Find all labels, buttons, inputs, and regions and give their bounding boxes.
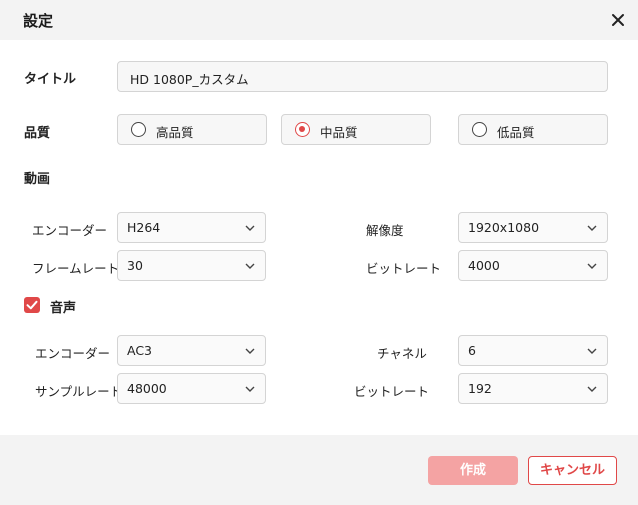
checkmark-icon (26, 300, 38, 310)
dialog-titlebar: 設定 (0, 0, 638, 40)
audio-bitrate-value: 192 (468, 381, 492, 396)
quality-option-label: 中品質 (320, 125, 358, 140)
chevron-down-icon (587, 225, 597, 231)
chevron-down-icon (587, 386, 597, 392)
quality-label: 品質 (24, 126, 51, 141)
resolution-select[interactable]: 1920x1080 (458, 212, 608, 243)
channel-label: チャネル (377, 346, 427, 361)
chevron-down-icon (245, 386, 255, 392)
close-icon[interactable] (608, 10, 628, 30)
chevron-down-icon (245, 225, 255, 231)
radio-off-icon (131, 122, 146, 137)
video-section-label: 動画 (24, 172, 51, 187)
quality-option-low[interactable]: 低品質 (458, 114, 608, 145)
audio-encoder-label: エンコーダー (35, 346, 111, 361)
chevron-down-icon (587, 263, 597, 269)
audio-encoder-select[interactable]: AC3 (117, 335, 266, 366)
video-encoder-value: H264 (127, 220, 161, 235)
samplerate-label: サンプルレート (35, 384, 123, 399)
cancel-button[interactable]: キャンセル (528, 456, 617, 485)
chevron-down-icon (587, 348, 597, 354)
audio-bitrate-select[interactable]: 192 (458, 373, 608, 404)
dialog-title: 設定 (23, 12, 54, 30)
quality-option-medium[interactable]: 中品質 (281, 114, 431, 145)
channel-value: 6 (468, 343, 476, 358)
resolution-value: 1920x1080 (468, 220, 540, 235)
radio-on-icon (295, 122, 310, 137)
chevron-down-icon (245, 263, 255, 269)
video-encoder-select[interactable]: H264 (117, 212, 266, 243)
framerate-label: フレームレート (32, 261, 120, 276)
video-bitrate-value: 4000 (468, 258, 500, 273)
quality-option-label: 低品質 (497, 125, 535, 140)
resolution-label: 解像度 (366, 223, 404, 238)
samplerate-select[interactable]: 48000 (117, 373, 266, 404)
video-bitrate-select[interactable]: 4000 (458, 250, 608, 281)
framerate-value: 30 (127, 258, 143, 273)
quality-option-label: 高品質 (156, 125, 194, 140)
audio-checkbox[interactable] (24, 297, 40, 313)
quality-option-high[interactable]: 高品質 (117, 114, 267, 145)
settings-dialog: 設定 タイトル HD 1080P_カスタム 品質 高品質 中品質 低品質 動画 … (0, 0, 638, 505)
audio-section-label: 音声 (50, 301, 77, 316)
chevron-down-icon (245, 348, 255, 354)
title-label: タイトル (24, 72, 77, 87)
audio-encoder-value: AC3 (127, 343, 153, 358)
title-input[interactable]: HD 1080P_カスタム (117, 61, 608, 92)
title-input-value: HD 1080P_カスタム (130, 72, 249, 87)
framerate-select[interactable]: 30 (117, 250, 266, 281)
channel-select[interactable]: 6 (458, 335, 608, 366)
audio-bitrate-label: ビットレート (354, 384, 430, 399)
video-bitrate-label: ビットレート (366, 261, 442, 276)
create-button[interactable]: 作成 (428, 456, 518, 485)
video-encoder-label: エンコーダー (32, 223, 108, 238)
radio-off-icon (472, 122, 487, 137)
samplerate-value: 48000 (127, 381, 167, 396)
